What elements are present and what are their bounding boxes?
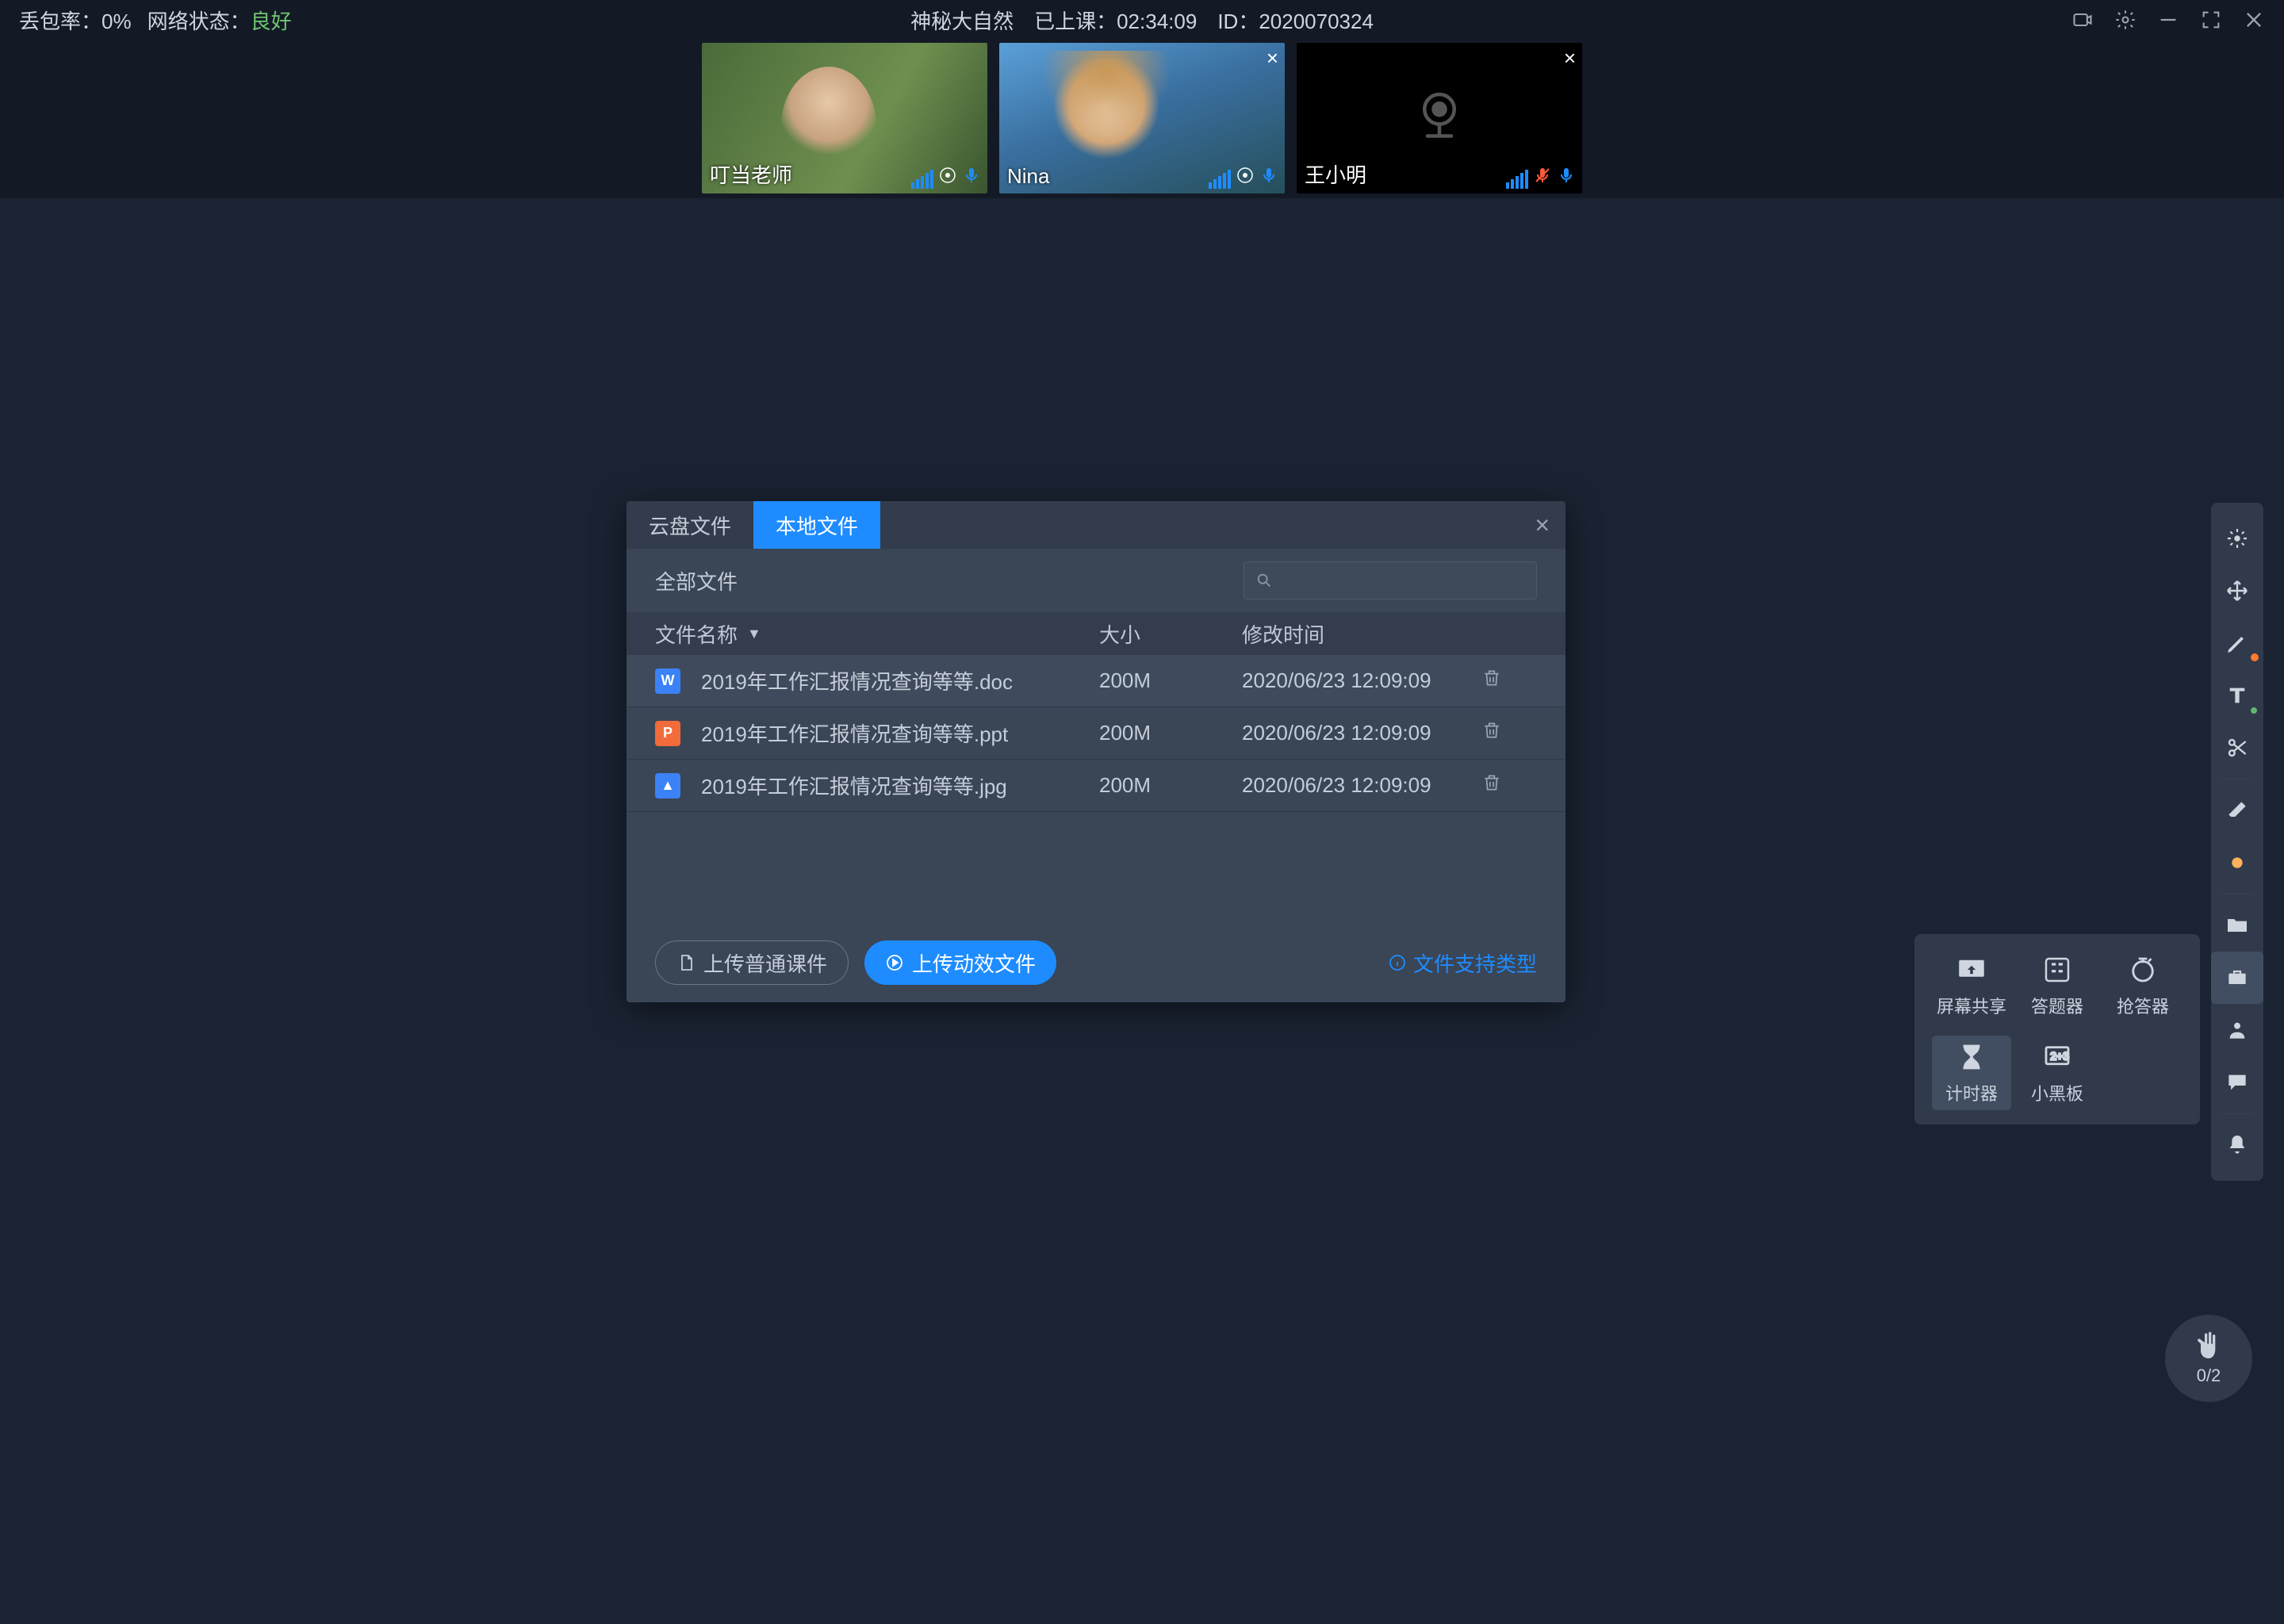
right-toolbar: [2211, 503, 2263, 1181]
pen-icon[interactable]: [2211, 617, 2263, 669]
play-icon: [885, 953, 904, 972]
tools-popover: 屏幕共享 答题器 抢答器 计时器 2+3 小黑板: [1914, 934, 2200, 1124]
column-name[interactable]: 文件名称▼: [655, 619, 1099, 649]
tab-cloud-files[interactable]: 云盘文件: [627, 501, 753, 549]
settings-icon[interactable]: [2114, 9, 2136, 31]
column-time[interactable]: 修改时间: [1242, 619, 1481, 649]
fullscreen-icon[interactable]: [2200, 9, 2222, 31]
signal-bars-icon: [1209, 170, 1231, 189]
ppt-icon: P: [655, 721, 680, 746]
table-row[interactable]: W2019年工作汇报情况查询等等.doc 200M 2020/06/23 12:…: [627, 655, 1565, 707]
camera-icon: [938, 166, 957, 189]
image-icon: ▲: [655, 773, 680, 799]
participant-name: 王小明: [1305, 159, 1366, 189]
bell-icon[interactable]: [2211, 1119, 2263, 1171]
video-tile[interactable]: × Nina: [999, 43, 1285, 193]
hand-icon: [2193, 1331, 2225, 1362]
file-type-hint[interactable]: 文件支持类型: [1388, 948, 1537, 978]
delete-button[interactable]: [1481, 668, 1537, 694]
file-list: W2019年工作汇报情况查询等等.doc 200M 2020/06/23 12:…: [627, 655, 1565, 812]
minimize-icon[interactable]: [2157, 9, 2179, 31]
upload-animated-button[interactable]: 上传动效文件: [864, 940, 1056, 985]
document-icon: [676, 953, 696, 972]
signal-bars-icon: [1506, 170, 1528, 189]
tool-timer[interactable]: 计时器: [1932, 1036, 2011, 1110]
video-strip: 叮当老师 × Nina × 王小明: [0, 40, 2284, 198]
modal-close-icon[interactable]: ×: [1535, 511, 1550, 540]
camera-switch-icon[interactable]: [2071, 9, 2094, 31]
class-id: ID：2020070324: [1217, 6, 1374, 35]
laser-pointer-icon[interactable]: [2211, 512, 2263, 565]
info-icon: [1388, 953, 1407, 972]
doc-icon: W: [655, 668, 680, 694]
class-duration: 已上课：02:34:09: [1034, 6, 1197, 35]
tab-local-files[interactable]: 本地文件: [753, 501, 880, 549]
packet-loss: 丢包率：0%: [19, 6, 132, 35]
tool-responder[interactable]: 抢答器: [2103, 948, 2182, 1023]
tool-answer-device[interactable]: 答题器: [2018, 948, 2097, 1023]
video-tile[interactable]: 叮当老师: [702, 43, 987, 193]
video-tile[interactable]: × 王小明: [1297, 43, 1582, 193]
search-input[interactable]: [1244, 561, 1537, 599]
folder-icon[interactable]: [2211, 899, 2263, 952]
participant-name: Nina: [1007, 164, 1049, 189]
svg-text:2+3: 2+3: [2050, 1050, 2069, 1063]
delete-button[interactable]: [1481, 720, 1537, 746]
tile-close-icon[interactable]: ×: [1564, 46, 1576, 71]
mic-icon: [962, 166, 981, 189]
table-row[interactable]: ▲2019年工作汇报情况查询等等.jpg 200M 2020/06/23 12:…: [627, 760, 1565, 812]
table-header: 文件名称▼ 大小 修改时间: [627, 612, 1565, 655]
modal-tabs: 云盘文件 本地文件 ×: [627, 501, 1565, 549]
signal-bars-icon: [911, 170, 933, 189]
delete-button[interactable]: [1481, 772, 1537, 799]
mic-icon: [1259, 166, 1278, 189]
column-size[interactable]: 大小: [1099, 619, 1242, 649]
chat-icon[interactable]: [2211, 1056, 2263, 1109]
network-status: 网络状态：良好: [148, 6, 292, 35]
upload-normal-button[interactable]: 上传普通课件: [655, 940, 849, 985]
tile-close-icon[interactable]: ×: [1267, 46, 1278, 71]
breadcrumb-all-files[interactable]: 全部文件: [655, 566, 738, 596]
table-row[interactable]: P2019年工作汇报情况查询等等.ppt 200M 2020/06/23 12:…: [627, 707, 1565, 760]
scissors-icon[interactable]: [2211, 722, 2263, 774]
hand-raise-button[interactable]: 0/2: [2165, 1315, 2252, 1402]
move-icon[interactable]: [2211, 565, 2263, 617]
color-picker-icon[interactable]: [2211, 837, 2263, 889]
tool-screen-share[interactable]: 屏幕共享: [1932, 948, 2011, 1023]
eraser-icon[interactable]: [2211, 784, 2263, 837]
topbar: 丢包率：0% 网络状态：良好 神秘大自然 已上课：02:34:09 ID：202…: [0, 0, 2284, 40]
participant-name: 叮当老师: [710, 159, 792, 189]
class-title: 神秘大自然: [910, 6, 1014, 35]
text-icon[interactable]: [2211, 669, 2263, 722]
sort-caret-icon: ▼: [747, 626, 761, 642]
toolbox-icon[interactable]: [2211, 952, 2263, 1004]
mic-muted-icon: [1533, 166, 1552, 189]
mic-icon: [1557, 166, 1576, 189]
users-icon[interactable]: [2211, 1004, 2263, 1056]
tool-blackboard[interactable]: 2+3 小黑板: [2018, 1036, 2097, 1110]
close-icon[interactable]: [2243, 9, 2265, 31]
file-modal: 云盘文件 本地文件 × 全部文件 文件名称▼ 大小 修改时间 W2019年工作汇…: [627, 501, 1565, 1002]
hand-count: 0/2: [2197, 1365, 2221, 1386]
search-icon: [1255, 572, 1273, 589]
camera-icon: [1236, 166, 1255, 189]
